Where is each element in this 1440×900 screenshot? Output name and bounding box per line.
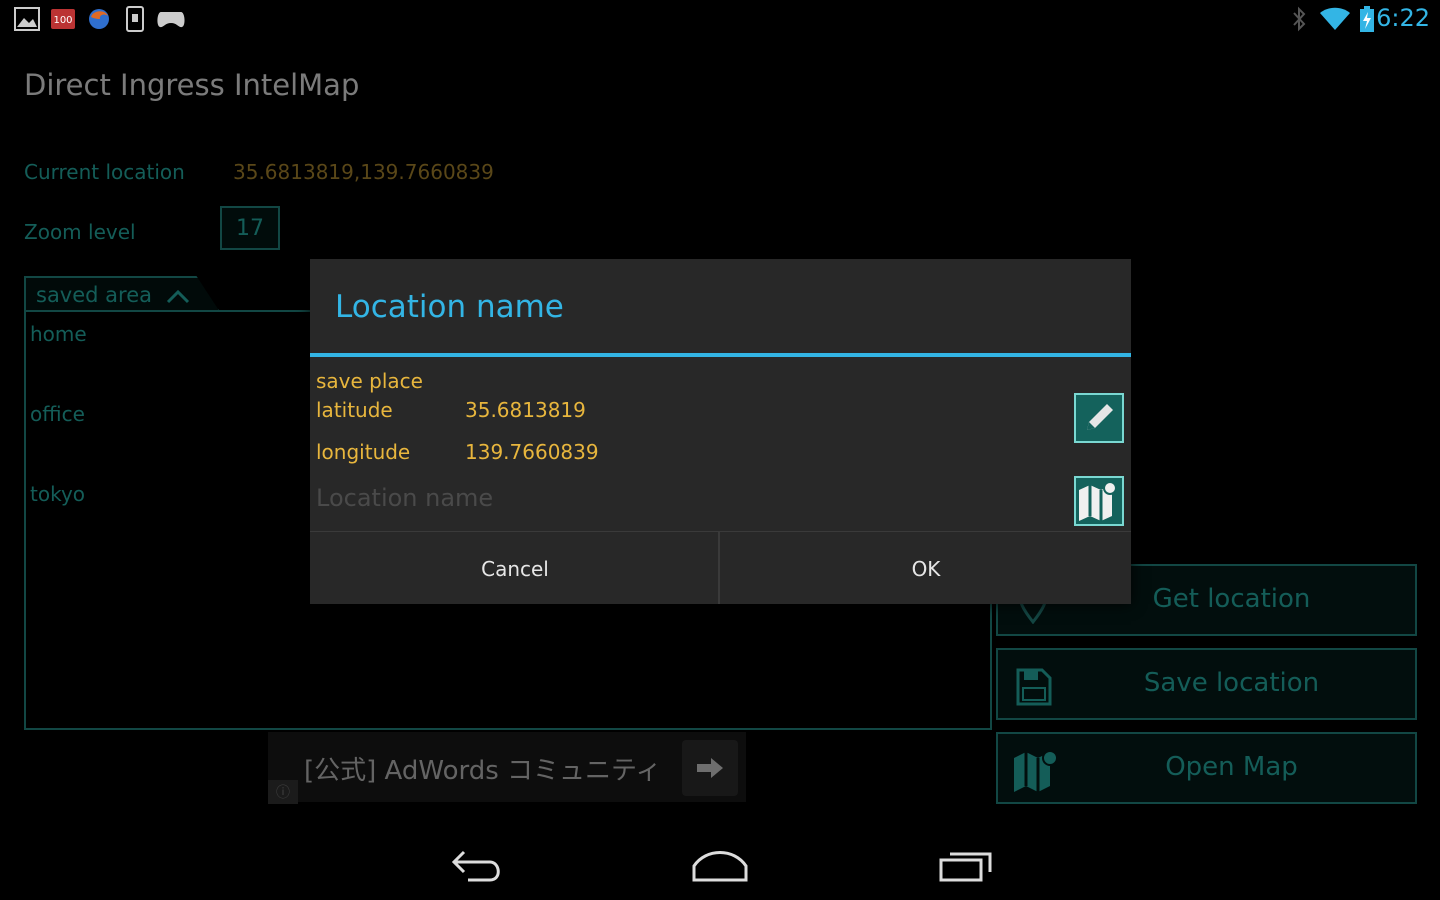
dialog-actions: Cancel OK [310,531,1131,605]
status-time: 6:22 [1376,4,1430,32]
back-icon[interactable] [450,846,506,890]
home-icon[interactable] [690,846,750,890]
latitude-value: 35.6813819 [465,398,586,422]
gallery-icon [14,6,40,32]
firefox-icon [86,6,112,32]
map-icon [1079,481,1117,521]
edit-coordinates-button[interactable] [1074,393,1124,443]
location-name-dialog: Location name save place latitude 35.681… [310,259,1131,604]
pick-from-map-button[interactable] [1074,476,1124,526]
longitude-value: 139.7660839 [465,440,599,464]
svg-text:100: 100 [53,15,72,26]
dialog-title-divider [310,353,1131,357]
latitude-label: latitude [316,398,393,422]
device-icon [124,6,146,32]
recent-apps-icon[interactable] [938,846,994,890]
longitude-label: longitude [316,440,411,464]
dialog-button-separator [718,531,720,604]
ok-button[interactable]: OK [721,532,1131,605]
cancel-button[interactable]: Cancel [310,532,720,605]
battery-charging-icon [1358,6,1376,32]
status-bar: 100 6:22 [0,0,1440,40]
location-name-input[interactable] [316,481,1056,515]
pencil-icon [1087,404,1113,430]
wifi-icon [1318,6,1352,32]
bluetooth-icon [1288,6,1310,32]
notification-100-icon: 100 [50,6,76,32]
dialog-title: Location name [335,289,564,325]
game-controller-icon [156,6,186,32]
save-place-label: save place [316,369,423,393]
